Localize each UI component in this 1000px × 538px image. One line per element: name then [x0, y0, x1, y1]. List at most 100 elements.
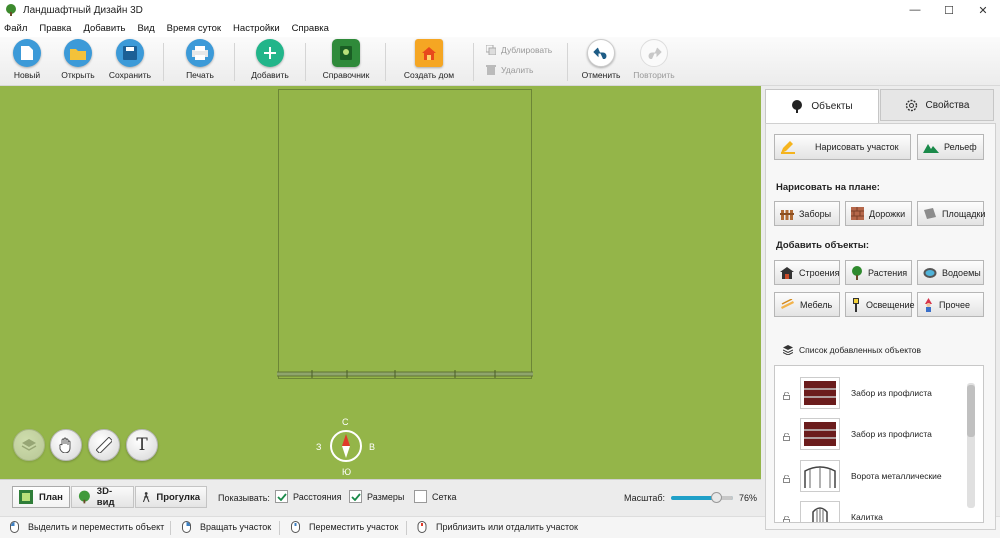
list-item[interactable]: Калитка: [775, 498, 971, 523]
printer-icon: [186, 39, 214, 67]
sizes-checkbox[interactable]: Размеры: [349, 490, 404, 503]
lock-icon[interactable]: [783, 475, 790, 483]
folder-icon: [64, 39, 92, 67]
tab-objects[interactable]: Объекты: [765, 89, 879, 123]
toolbar: Новый Открыть Сохранить Печать Добавить …: [0, 37, 1000, 86]
floppy-icon: [116, 39, 144, 67]
furniture-button[interactable]: Мебель: [774, 292, 840, 317]
menu-help[interactable]: Справка: [292, 23, 329, 34]
lock-icon[interactable]: [783, 392, 790, 400]
paving-icon: [851, 207, 864, 220]
save-button[interactable]: Сохранить: [103, 39, 157, 80]
hint-zoom: Приблизить или отдалить участок: [417, 521, 578, 533]
tab-walk[interactable]: Прогулка: [135, 486, 207, 508]
lighting-button[interactable]: Освещение: [845, 292, 915, 317]
distances-checkbox[interactable]: Расстояния: [275, 490, 341, 503]
list-item[interactable]: Забор из профлиста: [775, 415, 971, 453]
tile-icon: [924, 208, 936, 219]
toolbar-divider: [163, 43, 164, 81]
zoom-slider[interactable]: [671, 492, 733, 503]
plants-button[interactable]: Растения: [845, 260, 912, 285]
redo-button[interactable]: Повторить: [627, 39, 681, 80]
plus-icon: [256, 39, 284, 67]
zoom-value: 76%: [739, 493, 758, 503]
grid-checkbox[interactable]: Сетка: [414, 490, 456, 503]
text-tool-button[interactable]: T: [126, 429, 158, 461]
fences-button[interactable]: Заборы: [774, 201, 840, 226]
reference-button[interactable]: Справочник: [319, 39, 373, 80]
list-item[interactable]: Ворота металлические: [775, 457, 971, 495]
menu-settings[interactable]: Настройки: [233, 23, 280, 34]
terrain-tool-button[interactable]: [13, 429, 45, 461]
plan-canvas[interactable]: T С Ю З В: [0, 86, 761, 479]
hint-rotate: Вращать участок: [182, 521, 271, 533]
relief-button[interactable]: Рельеф: [917, 134, 984, 160]
mouse-wheel-icon: [417, 521, 427, 533]
pencil-icon: [781, 141, 795, 154]
undo-button[interactable]: Отменить: [574, 39, 628, 80]
draw-plot-button[interactable]: Нарисовать участок: [774, 134, 911, 160]
close-button[interactable]: ✕: [966, 0, 1000, 20]
fence-line[interactable]: [277, 370, 533, 379]
menu-view[interactable]: Вид: [137, 23, 154, 34]
ruler-icon: [96, 437, 112, 453]
lock-icon[interactable]: [783, 433, 790, 441]
add-objects-heading: Добавить объекты:: [776, 240, 870, 251]
tab-properties[interactable]: Свойства: [880, 89, 994, 121]
bench-icon: [781, 298, 794, 309]
tree-icon: [792, 100, 803, 113]
areas-button[interactable]: Площадки: [917, 201, 985, 226]
view-bar: План 3D-вид Прогулка Показывать: Расстоя…: [0, 479, 761, 516]
compass-south: Ю: [342, 467, 352, 477]
tab-3d-view[interactable]: 3D-вид: [71, 486, 134, 508]
land-plot[interactable]: [278, 89, 532, 379]
fence-icon: [780, 209, 794, 220]
new-file-icon: [13, 39, 41, 67]
print-button[interactable]: Печать: [173, 39, 227, 80]
objects-list-scrollbar[interactable]: [967, 383, 975, 508]
title-bar: Ландшафтный Дизайн 3D — ☐ ✕: [0, 0, 1000, 20]
add-button[interactable]: Добавить: [243, 39, 297, 80]
zoom-slider-thumb[interactable]: [711, 492, 722, 503]
menu-edit[interactable]: Правка: [39, 23, 71, 34]
measure-tool-button[interactable]: [88, 429, 120, 461]
menu-file[interactable]: Файл: [4, 23, 27, 34]
trash-icon: [486, 65, 496, 75]
plan-icon: [19, 490, 33, 504]
hand-icon: [59, 437, 71, 453]
create-house-button[interactable]: Создать дом: [402, 39, 456, 80]
delete-button[interactable]: Удалить: [486, 65, 533, 75]
mountain-icon: [923, 144, 939, 153]
objects-list-heading: Список добавленных объектов: [783, 345, 921, 355]
new-button[interactable]: Новый: [0, 39, 54, 80]
lock-icon[interactable]: [783, 516, 790, 523]
toolbar-divider: [305, 43, 306, 81]
tab-plan[interactable]: План: [12, 486, 70, 508]
house-icon: [415, 39, 443, 67]
compass: С Ю З В: [312, 416, 378, 478]
buildings-button[interactable]: Строения: [774, 260, 840, 285]
scrollbar-thumb[interactable]: [967, 385, 975, 437]
ponds-button[interactable]: Водоемы: [917, 260, 984, 285]
minimize-button[interactable]: —: [898, 0, 932, 20]
menu-time-of-day[interactable]: Время суток: [167, 23, 221, 34]
toolbar-divider: [234, 43, 235, 81]
other-button[interactable]: Прочее: [917, 292, 984, 317]
mouse-left-icon: [10, 521, 19, 533]
paths-button[interactable]: Дорожки: [845, 201, 912, 226]
duplicate-button[interactable]: Дублировать: [486, 45, 552, 55]
building-icon: [780, 267, 794, 279]
objects-list[interactable]: Забор из профлиста Забор из профлиста Во…: [774, 365, 984, 523]
pan-tool-button[interactable]: [50, 429, 82, 461]
gate-thumbnail: [800, 460, 840, 492]
toolbar-divider: [473, 43, 474, 81]
toolbar-divider: [385, 43, 386, 81]
open-button[interactable]: Открыть: [51, 39, 105, 80]
menu-add[interactable]: Добавить: [83, 23, 125, 34]
draw-on-plan-heading: Нарисовать на плане:: [776, 182, 880, 193]
layers-icon: [21, 439, 37, 451]
maximize-button[interactable]: ☐: [932, 0, 966, 20]
list-item[interactable]: Забор из профлиста: [775, 374, 971, 412]
toolbar-divider: [567, 43, 568, 81]
layers-icon: [783, 345, 793, 355]
